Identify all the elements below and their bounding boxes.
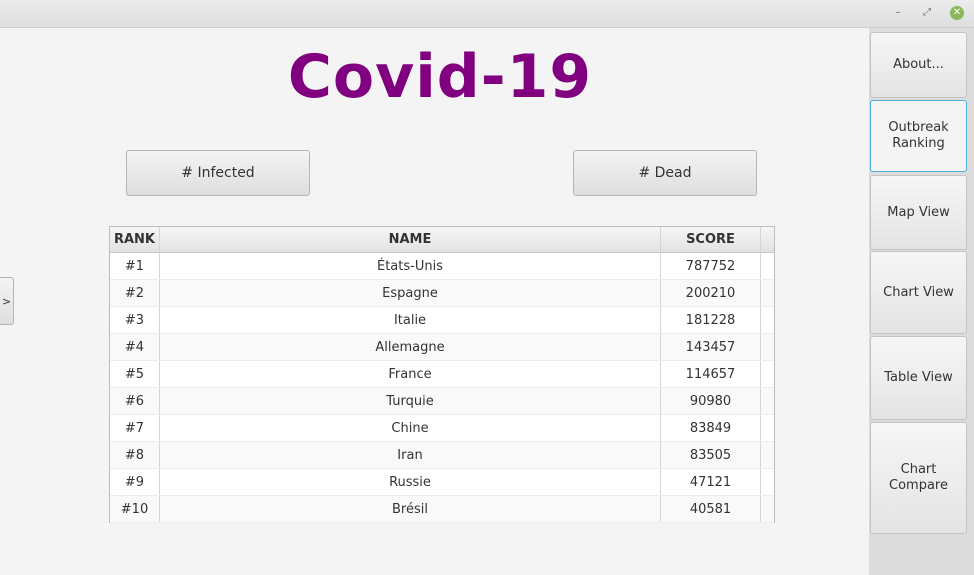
row-filler xyxy=(761,388,774,414)
row-filler xyxy=(761,253,774,279)
row-filler xyxy=(761,469,774,495)
tab-about[interactable]: About... xyxy=(870,32,967,98)
row-filler xyxy=(761,496,774,522)
table-row[interactable]: #5 France 114657 xyxy=(110,361,774,388)
table-header: RANK NAME SCORE xyxy=(110,227,774,253)
score-cell: 40581 xyxy=(661,496,761,522)
score-cell: 787752 xyxy=(661,253,761,279)
name-cell: Allemagne xyxy=(160,334,661,360)
name-cell: France xyxy=(160,361,661,387)
rank-cell: #10 xyxy=(110,496,160,522)
name-cell: Brésil xyxy=(160,496,661,522)
row-filler xyxy=(761,334,774,360)
name-cell: Espagne xyxy=(160,280,661,306)
rank-cell: #5 xyxy=(110,361,160,387)
table-row[interactable]: #6 Turquie 90980 xyxy=(110,388,774,415)
rank-cell: #4 xyxy=(110,334,160,360)
table-row[interactable]: #4 Allemagne 143457 xyxy=(110,334,774,361)
score-cell: 83849 xyxy=(661,415,761,441)
name-cell: Russie xyxy=(160,469,661,495)
name-column-header[interactable]: NAME xyxy=(160,227,661,252)
tab-chart-view[interactable]: Chart View xyxy=(870,251,967,334)
name-cell: Iran xyxy=(160,442,661,468)
rank-cell: #1 xyxy=(110,253,160,279)
rank-cell: #9 xyxy=(110,469,160,495)
dead-button[interactable]: # Dead xyxy=(573,150,757,196)
restore-icon[interactable]: ⤢ xyxy=(920,6,934,20)
table-row[interactable]: #7 Chine 83849 xyxy=(110,415,774,442)
infected-button[interactable]: # Infected xyxy=(126,150,310,196)
score-cell: 83505 xyxy=(661,442,761,468)
score-cell: 200210 xyxy=(661,280,761,306)
name-cell: Turquie xyxy=(160,388,661,414)
rank-column-header[interactable]: RANK xyxy=(110,227,160,252)
score-cell: 181228 xyxy=(661,307,761,333)
score-cell: 143457 xyxy=(661,334,761,360)
table-row[interactable]: #1 États-Unis 787752 xyxy=(110,253,774,280)
table-row[interactable]: #2 Espagne 200210 xyxy=(110,280,774,307)
rank-cell: #2 xyxy=(110,280,160,306)
row-filler xyxy=(761,307,774,333)
close-icon[interactable]: ✕ xyxy=(950,6,964,20)
tab-chart-compare[interactable]: Chart Compare xyxy=(870,422,967,534)
table-row[interactable]: #3 Italie 181228 xyxy=(110,307,774,334)
score-column-header[interactable]: SCORE xyxy=(661,227,761,252)
row-filler xyxy=(761,280,774,306)
table-row[interactable]: #8 Iran 83505 xyxy=(110,442,774,469)
table-row[interactable]: #10 Brésil 40581 xyxy=(110,496,774,523)
sidebar: About... Outbreak Ranking Map View Chart Vi… xyxy=(869,28,974,575)
rank-cell: #8 xyxy=(110,442,160,468)
table-body: #1 États-Unis 787752 #2 Espagne 200210 #3 Itali… xyxy=(110,253,774,523)
ranking-table: RANK NAME SCORE #1 États-Unis 787752 #2 Espa… xyxy=(109,226,775,523)
rank-cell: #7 xyxy=(110,415,160,441)
page-title: Covid-19 xyxy=(287,42,593,112)
row-filler xyxy=(761,442,774,468)
name-cell: Chine xyxy=(160,415,661,441)
expand-drawer-button[interactable]: > xyxy=(0,277,14,325)
tab-table-view[interactable]: Table View xyxy=(870,336,967,420)
column-filler xyxy=(761,227,774,252)
window-titlebar: – ⤢ ✕ xyxy=(0,0,974,28)
score-cell: 114657 xyxy=(661,361,761,387)
rank-cell: #3 xyxy=(110,307,160,333)
score-cell: 90980 xyxy=(661,388,761,414)
name-cell: Italie xyxy=(160,307,661,333)
name-cell: États-Unis xyxy=(160,253,661,279)
minimize-icon[interactable]: – xyxy=(891,6,905,20)
table-row[interactable]: #9 Russie 47121 xyxy=(110,469,774,496)
score-cell: 47121 xyxy=(661,469,761,495)
tab-outbreak-ranking[interactable]: Outbreak Ranking xyxy=(870,100,967,172)
main-panel: Covid-19 # Infected # Dead > RANK NAME S… xyxy=(0,28,869,575)
tab-map-view[interactable]: Map View xyxy=(870,175,967,250)
row-filler xyxy=(761,361,774,387)
rank-cell: #6 xyxy=(110,388,160,414)
row-filler xyxy=(761,415,774,441)
